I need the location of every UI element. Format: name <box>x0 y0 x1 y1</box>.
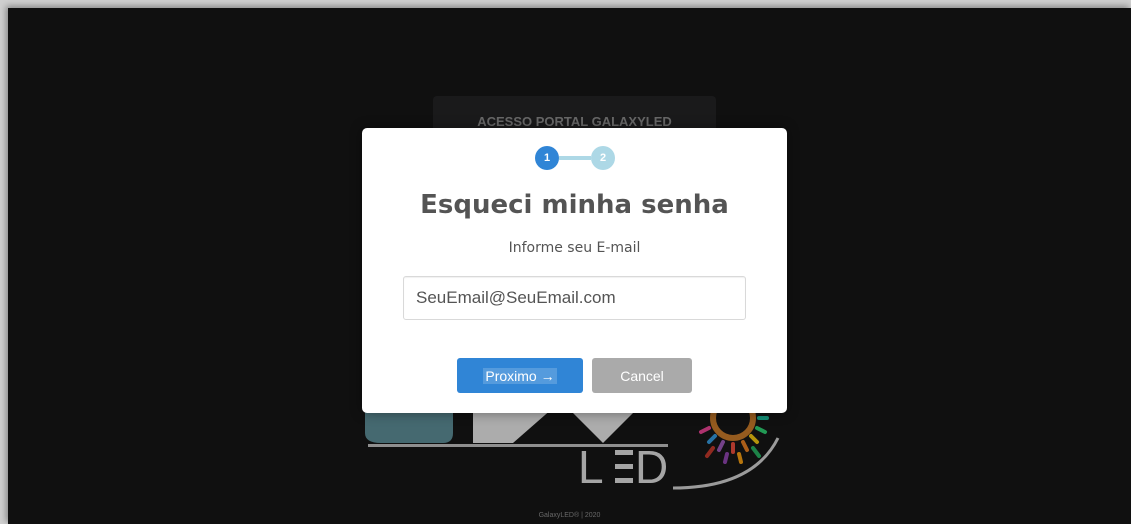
page-background: ACESSO PORTAL GALAXYLED L D GalaxyLED® |… <box>8 8 1131 524</box>
next-button-label: Proximo → <box>483 367 557 384</box>
step-connector <box>559 156 591 160</box>
step-1-indicator: 1 <box>535 146 559 170</box>
email-input[interactable] <box>403 276 746 320</box>
step-2-indicator: 2 <box>591 146 615 170</box>
progress-steps: 1 2 <box>529 146 621 172</box>
dialog-subtitle: Informe seu E-mail <box>508 240 641 256</box>
dialog-title: Esqueci minha senha <box>420 190 729 220</box>
cancel-button[interactable]: Cancel <box>592 358 692 393</box>
forgot-password-dialog: 1 2 Esqueci minha senha Informe seu E-ma… <box>362 128 787 413</box>
next-button[interactable]: Proximo → <box>457 358 583 393</box>
